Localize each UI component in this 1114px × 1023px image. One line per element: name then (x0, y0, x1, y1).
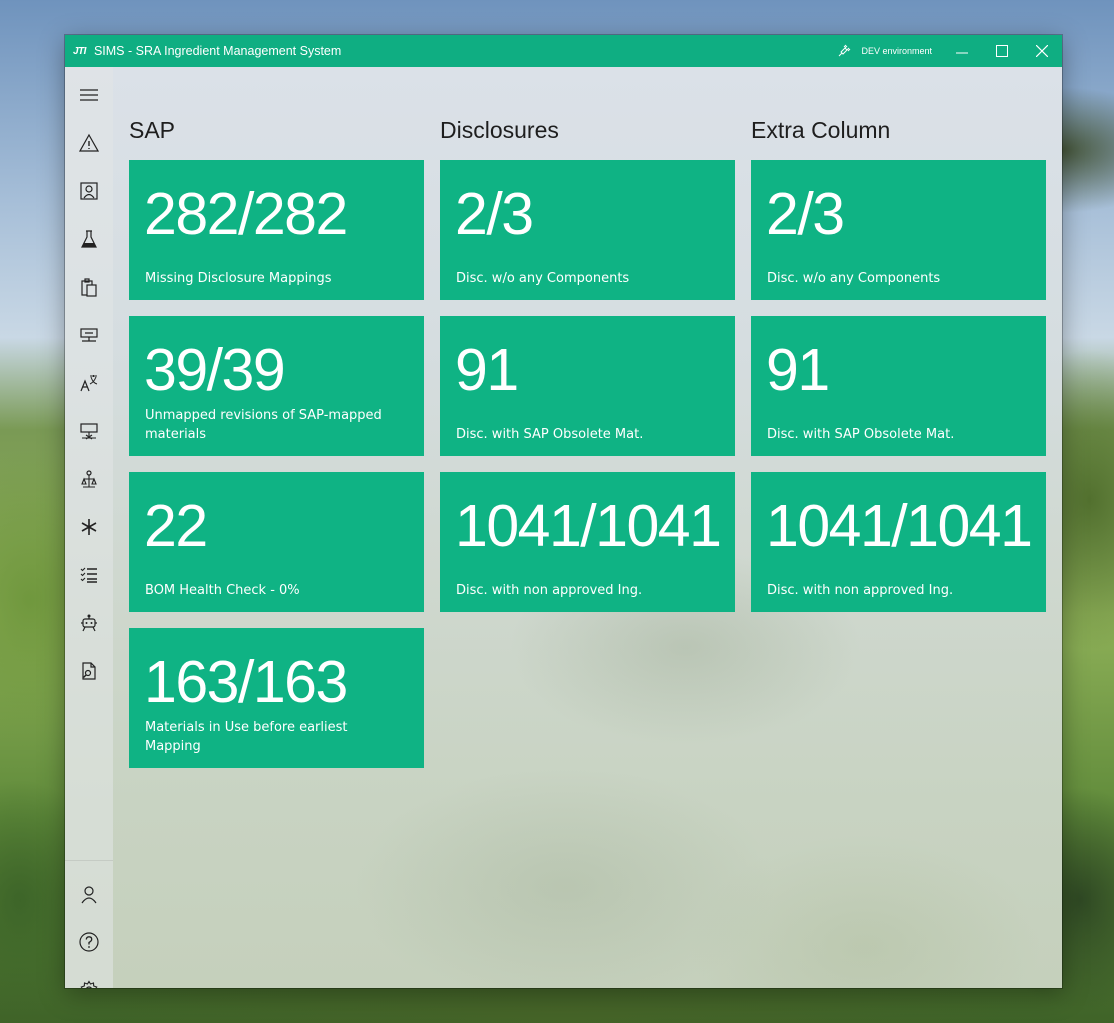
sidebar-item-clipboard[interactable] (65, 263, 113, 311)
sidebar-item-documents[interactable] (65, 647, 113, 695)
close-button[interactable] (1022, 35, 1062, 67)
user-icon (81, 886, 97, 904)
translate-icon (80, 375, 98, 392)
tile-disc-non-approved[interactable]: 1041/1041 Disc. with non approved Ing. (440, 472, 735, 612)
sidebar-item-settings[interactable] (65, 966, 113, 988)
hamburger-menu-icon (80, 89, 98, 101)
tile-missing-disclosure-mappings[interactable]: 282/282 Missing Disclosure Mappings (129, 160, 424, 300)
tile-disc-without-components[interactable]: 2/3 Disc. w/o any Components (440, 160, 735, 300)
tile-disc-sap-obsolete[interactable]: 91 Disc. with SAP Obsolete Mat. (751, 316, 1046, 456)
tile-label: Disc. w/o any Components (767, 271, 941, 286)
sidebar-item-contacts[interactable] (65, 167, 113, 215)
tile-label: Missing Disclosure Mappings (145, 271, 332, 286)
tile-value: 39/39 (144, 337, 286, 403)
tile-value: 2/3 (766, 181, 845, 247)
help-icon (79, 932, 99, 952)
column-title: SAP (129, 117, 176, 143)
sidebar-divider (65, 860, 113, 861)
dashboard-content: SAP 282/282 Missing Disclosure Mappings … (129, 67, 1062, 988)
document-search-icon (82, 662, 96, 680)
clipboard-icon (81, 278, 97, 297)
client-area: SAP 282/282 Missing Disclosure Mappings … (65, 67, 1062, 988)
title-bar[interactable]: JTI SIMS - SRA Ingredient Management Sys… (65, 35, 1062, 67)
tile-value: 282/282 (144, 181, 348, 247)
sidebar-item-account[interactable] (65, 870, 113, 918)
app-window: JTI SIMS - SRA Ingredient Management Sys… (65, 35, 1062, 988)
sidebar-item-asterisk[interactable] (65, 503, 113, 551)
sidebar-item-help[interactable] (65, 918, 113, 966)
warning-icon (79, 133, 99, 152)
plug-icon (839, 44, 851, 57)
tile-disc-non-approved[interactable]: 1041/1041 Disc. with non approved Ing. (751, 472, 1046, 612)
network-icon (80, 328, 98, 342)
tile-value: 163/163 (144, 649, 348, 715)
flask-icon (81, 230, 97, 248)
tile-value: 2/3 (455, 181, 534, 247)
tile-label: Disc. with SAP Obsolete Mat. (767, 427, 955, 442)
column-title: Extra Column (751, 117, 891, 143)
tile-materials-in-use[interactable]: 163/163 Materials in Use before earliest… (129, 628, 424, 768)
checklist-icon (80, 567, 97, 583)
sidebar-item-robot[interactable] (65, 599, 113, 647)
minimize-button[interactable] (942, 35, 982, 67)
tile-label: Materials in Use before earliest Mapping (145, 720, 348, 754)
app-logo: JTI (73, 45, 86, 57)
sidebar-item-translations[interactable] (65, 359, 113, 407)
tile-bom-health-check[interactable]: 22 BOM Health Check - 0% (129, 472, 424, 612)
navigation-sidebar (65, 67, 113, 988)
robot-icon (81, 614, 97, 632)
contact-card-icon (80, 182, 98, 200)
tile-label: Disc. w/o any Components (456, 271, 630, 286)
tile-label: Disc. with non approved Ing. (767, 583, 954, 598)
window-title: SIMS - SRA Ingredient Management System (93, 44, 342, 58)
tile-disc-without-components[interactable]: 2/3 Disc. w/o any Components (751, 160, 1046, 300)
network-alt-icon (80, 423, 98, 440)
hamburger-menu-button[interactable] (65, 71, 113, 119)
environment-indicator: DEV environment (837, 35, 932, 67)
column-title: Disclosures (440, 117, 559, 143)
tile-unmapped-revisions[interactable]: 39/39 Unmapped revisions of SAP-mapped m… (129, 316, 424, 456)
sidebar-item-warnings[interactable] (65, 119, 113, 167)
sidebar-item-network[interactable] (65, 311, 113, 359)
tile-label: Unmapped revisions of SAP-mapped materia… (145, 408, 382, 442)
tile-label: BOM Health Check - 0% (145, 583, 300, 598)
sidebar-item-ingredients[interactable] (65, 215, 113, 263)
sidebar-item-network-alt[interactable] (65, 407, 113, 455)
close-icon (1036, 45, 1048, 57)
sidebar-item-checklist[interactable] (65, 551, 113, 599)
tile-value: 1041/1041 (455, 493, 722, 559)
minimize-icon (956, 52, 968, 54)
tile-label: Disc. with SAP Obsolete Mat. (456, 427, 644, 442)
tile-value: 1041/1041 (766, 493, 1033, 559)
settings-gear-icon (80, 980, 98, 988)
sidebar-item-scale[interactable] (65, 455, 113, 503)
scale-icon (81, 470, 97, 488)
asterisk-icon (81, 519, 97, 535)
environment-label: DEV environment (861, 46, 932, 56)
tile-disc-sap-obsolete[interactable]: 91 Disc. with SAP Obsolete Mat. (440, 316, 735, 456)
tile-label: Disc. with non approved Ing. (456, 583, 643, 598)
maximize-button[interactable] (982, 35, 1022, 67)
tile-value: 91 (766, 337, 830, 403)
tile-value: 22 (144, 493, 208, 559)
tile-value: 91 (455, 337, 519, 403)
maximize-icon (996, 45, 1008, 57)
